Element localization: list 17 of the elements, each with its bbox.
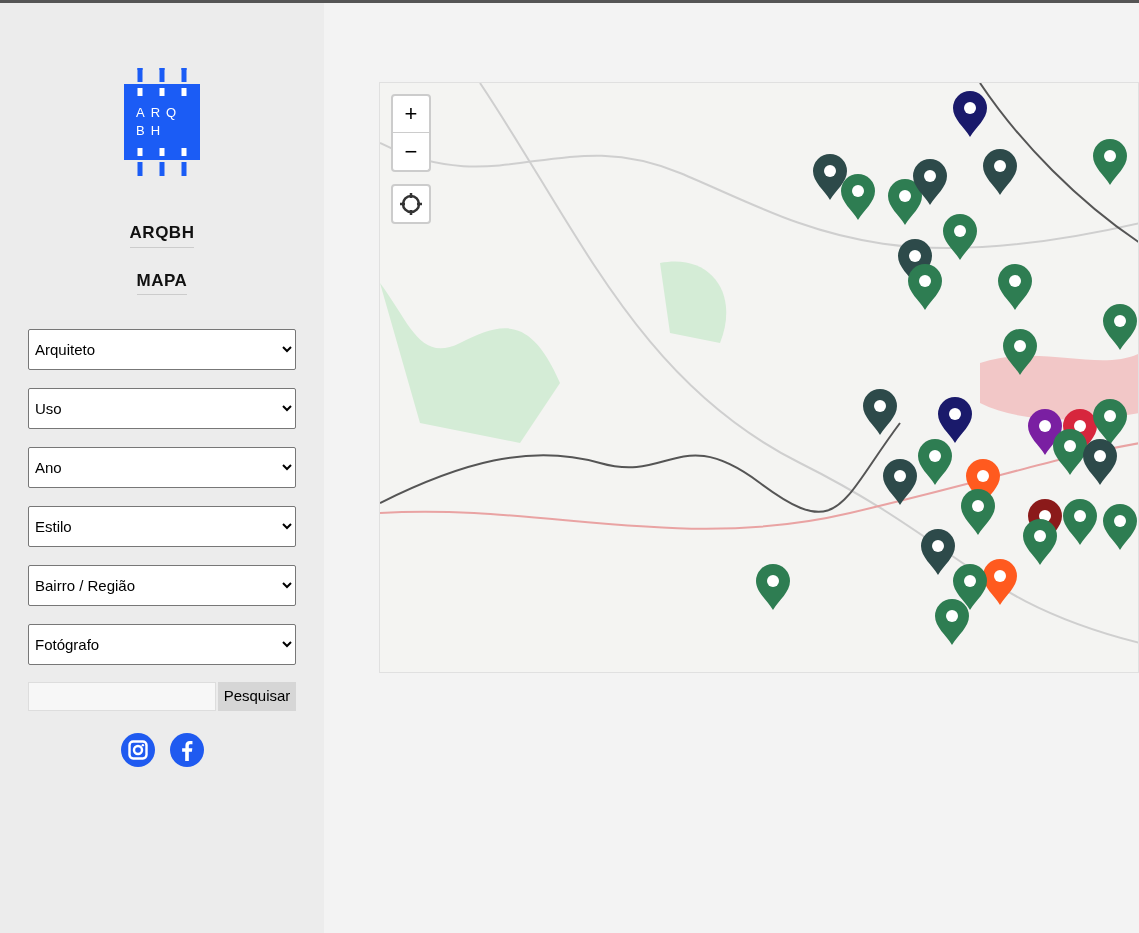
filter-dropdown[interactable]: Uso: [28, 388, 296, 429]
crosshair-icon: [398, 191, 424, 217]
nav-link[interactable]: MAPA: [136, 267, 188, 295]
search-button[interactable]: Pesquisar: [218, 682, 296, 711]
search-field[interactable]: [28, 682, 216, 711]
filter-dropdown[interactable]: Estilo: [28, 506, 296, 547]
filter-dropdown[interactable]: Bairro / Região: [28, 565, 296, 606]
nav-link[interactable]: ARQBH: [129, 220, 195, 248]
map-view[interactable]: + −: [379, 82, 1139, 673]
filter-dropdown[interactable]: Ano: [28, 447, 296, 488]
facebook-icon[interactable]: [169, 733, 204, 767]
filter-dropdown[interactable]: Fotógrafo: [28, 624, 296, 665]
instagram-icon[interactable]: [120, 733, 155, 767]
filter-dropdown[interactable]: Arquiteto: [28, 329, 296, 370]
zoom-in-button[interactable]: +: [391, 94, 431, 133]
locate-button[interactable]: [391, 184, 431, 224]
zoom-out-button[interactable]: −: [391, 133, 431, 172]
